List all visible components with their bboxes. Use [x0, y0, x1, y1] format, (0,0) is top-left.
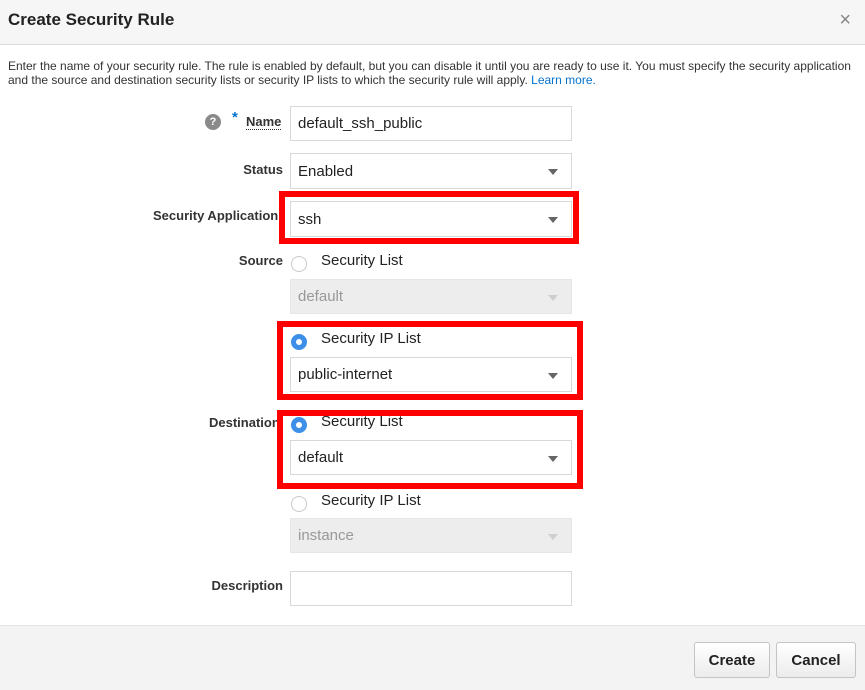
security-application-value: ssh — [298, 210, 322, 228]
close-icon[interactable]: × — [839, 9, 851, 32]
destination-security-ip-list-radio[interactable] — [291, 496, 307, 512]
destination-security-list-select[interactable]: default — [290, 440, 572, 475]
name-label: Name — [246, 114, 282, 130]
destination-security-list-value: default — [298, 449, 344, 466]
name-label-text: Name — [246, 114, 282, 130]
destination-security-ip-list-select: instance — [290, 518, 572, 553]
chevron-down-icon — [548, 372, 558, 379]
dialog-title: Create Security Rule — [8, 10, 175, 29]
source-security-ip-list-value: public-internet — [298, 366, 393, 383]
description-field[interactable] — [290, 571, 572, 606]
source-security-ip-list-select[interactable]: public-internet — [290, 357, 572, 392]
source-security-ip-list-label[interactable]: Security IP List — [321, 330, 421, 347]
source-security-list-select: default — [290, 279, 572, 314]
create-button[interactable]: Create — [694, 642, 770, 678]
required-indicator: * — [232, 109, 238, 126]
chevron-down-icon — [548, 294, 558, 301]
cancel-button[interactable]: Cancel — [776, 642, 856, 678]
chevron-down-icon — [548, 217, 558, 223]
help-icon[interactable]: ? — [205, 114, 221, 130]
intro-description: Enter the name of your security rule. Th… — [8, 59, 851, 87]
source-security-list-radio[interactable] — [291, 256, 307, 272]
learn-more-link[interactable]: Learn more. — [531, 73, 596, 87]
destination-security-list-radio[interactable] — [291, 417, 307, 433]
security-application-select[interactable]: ssh — [290, 201, 572, 237]
chevron-down-icon — [548, 455, 558, 462]
status-select[interactable]: Enabled — [290, 153, 572, 189]
source-security-ip-list-radio[interactable] — [291, 334, 307, 350]
name-field[interactable]: default_ssh_public — [290, 106, 572, 141]
destination-security-list-label[interactable]: Security List — [321, 413, 403, 430]
status-value: Enabled — [298, 162, 354, 180]
destination-security-ip-list-label[interactable]: Security IP List — [321, 492, 421, 509]
description-label: Description — [211, 578, 283, 593]
status-label: Status — [243, 162, 283, 177]
dialog-header: Create Security Rule × — [0, 0, 865, 45]
source-security-list-label[interactable]: Security List — [321, 252, 403, 269]
chevron-down-icon — [548, 533, 558, 540]
source-security-list-value: default — [298, 288, 344, 305]
intro-text: Enter the name of your security rule. Th… — [8, 59, 856, 87]
source-label: Source — [238, 253, 283, 268]
security-application-label: Security Application — [153, 208, 279, 223]
destination-security-ip-list-value: instance — [298, 527, 354, 544]
chevron-down-icon — [548, 169, 558, 175]
destination-label: Destination — [209, 415, 280, 430]
